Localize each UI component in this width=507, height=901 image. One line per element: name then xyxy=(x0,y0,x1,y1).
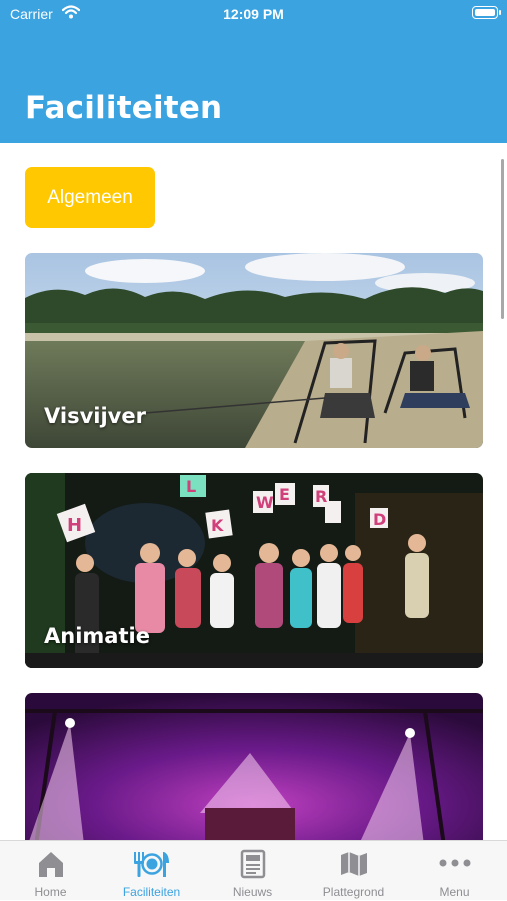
category-filter-button[interactable]: Algemeen xyxy=(25,167,155,228)
svg-text:L: L xyxy=(186,477,196,496)
more-dots-icon xyxy=(439,859,471,867)
scrollbar[interactable] xyxy=(501,159,504,319)
status-bar: Carrier 12:09 PM xyxy=(0,0,507,28)
svg-text:K: K xyxy=(211,516,224,535)
svg-text:R: R xyxy=(315,487,327,506)
battery-icon xyxy=(472,6,501,19)
tab-label: Plattegrond xyxy=(322,885,385,899)
tab-home[interactable]: Home xyxy=(0,841,101,901)
facility-card-stage[interactable] xyxy=(25,693,483,840)
tab-bar: Home Faciliteiten Nieuws Plattegrond Men… xyxy=(0,840,507,900)
svg-text:H: H xyxy=(67,515,82,536)
card-title: Visvijver xyxy=(44,404,146,428)
tab-menu[interactable]: Menu xyxy=(404,841,505,901)
card-title: Animatie xyxy=(44,624,150,648)
tab-label: Home xyxy=(34,885,67,899)
svg-text:D: D xyxy=(373,510,386,529)
tab-label: Faciliteiten xyxy=(122,885,181,899)
home-icon xyxy=(39,852,63,877)
utensils-icon xyxy=(134,852,169,877)
newspaper-icon xyxy=(240,849,266,879)
tab-label: Nieuws xyxy=(232,885,273,899)
clock: 12:09 PM xyxy=(223,6,284,22)
page-title: Faciliteiten xyxy=(25,90,223,126)
svg-text:E: E xyxy=(279,485,290,504)
tab-faciliteiten[interactable]: Faciliteiten xyxy=(101,841,202,901)
tab-nieuws[interactable]: Nieuws xyxy=(202,841,303,901)
svg-text:W: W xyxy=(256,493,274,512)
tab-plattegrond[interactable]: Plattegrond xyxy=(303,841,404,901)
stage-photo xyxy=(25,693,483,840)
header: Carrier 12:09 PM Faciliteiten xyxy=(0,0,507,143)
facility-card-visvijver[interactable]: Visvijver xyxy=(25,253,483,448)
facilities-list[interactable]: Algemeen Visvijver L K W E R D H Animati… xyxy=(0,143,507,840)
tab-label: Menu xyxy=(439,885,470,899)
map-icon xyxy=(341,852,367,876)
facility-card-animatie[interactable]: L K W E R D H Animatie xyxy=(25,473,483,668)
